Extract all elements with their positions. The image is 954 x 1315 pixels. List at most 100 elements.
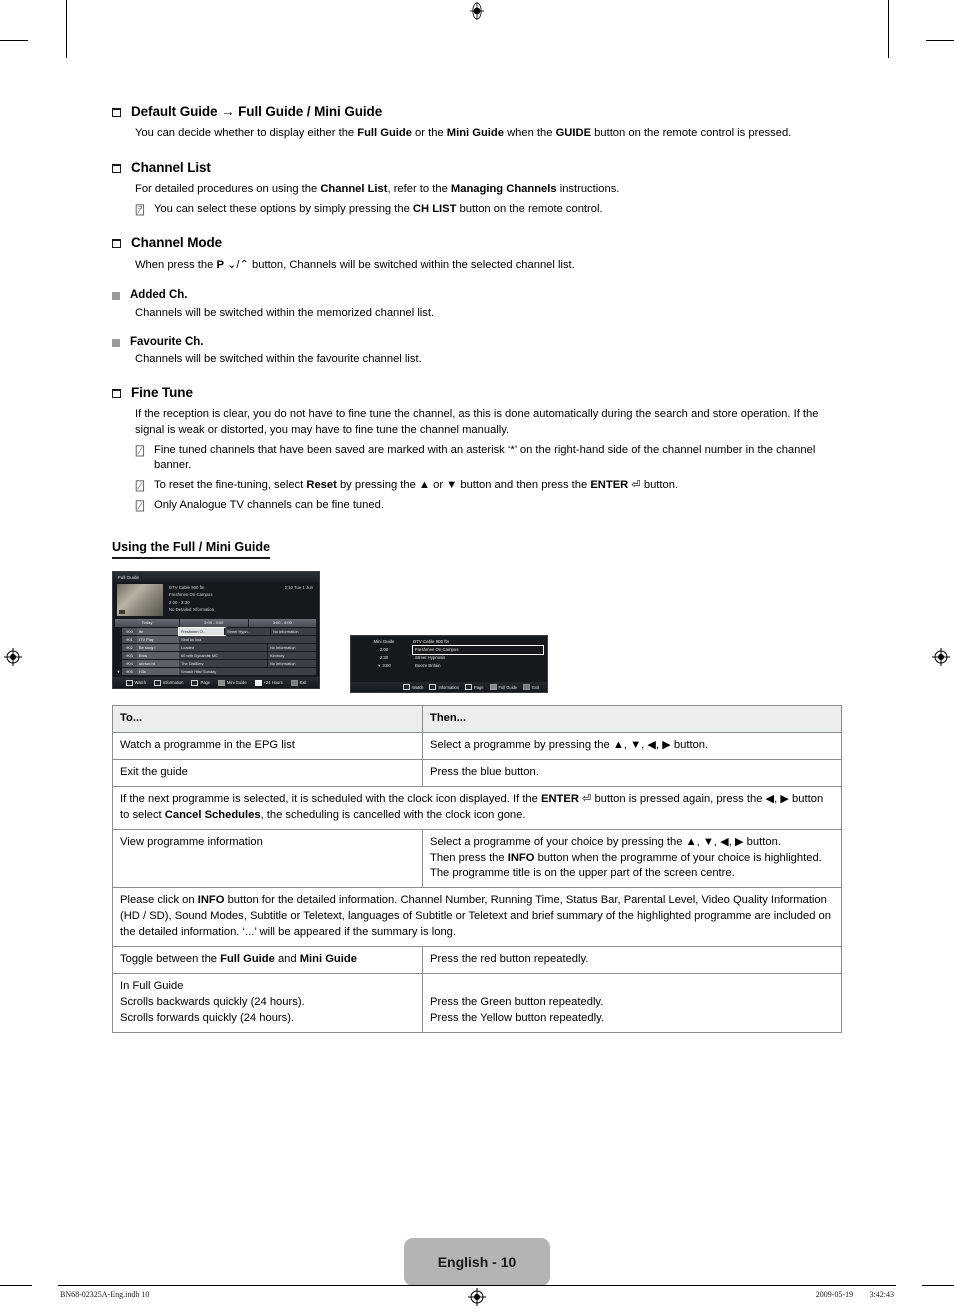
heading-added-ch: Added Ch. (112, 288, 842, 302)
manual-page: Default Guide → Full Guide / Mini Guide … (0, 0, 954, 1315)
heading-default-guide: Default Guide → Full Guide / Mini Guide (112, 104, 842, 121)
full-guide-row[interactable]: 900 ftn Freshmen O.. Street Hypn.. No Inform… (115, 627, 317, 637)
legend-label: Exit (532, 684, 539, 690)
programme-cell[interactable]: The Distillery (179, 660, 268, 668)
programme-cell[interactable]: No Information (271, 628, 317, 636)
programme-cell[interactable]: Freshmen O.. (178, 627, 226, 637)
page-number-badge: English - 10 (404, 1238, 550, 1286)
page-key-icon (464, 684, 472, 691)
channel-number: 905 (122, 668, 137, 676)
legend-label: Page (473, 684, 484, 690)
square-bullet-icon (112, 239, 121, 249)
legend-label: Mini Guide (227, 680, 247, 686)
filled-square-bullet-icon (112, 292, 120, 301)
mini-guide-row[interactable]: ▼ 3:00 Booze Britain (351, 662, 547, 670)
programme-title[interactable]: Street Hypnosis (413, 654, 543, 662)
channel-number: 904 (122, 660, 137, 668)
crop-mark-top-right (888, 0, 889, 58)
programme-cell[interactable]: Loaded (179, 644, 268, 652)
body-favourite-ch: Channels will be switched within the fav… (135, 352, 422, 365)
body-added-ch: Channels will be switched within the mem… (135, 306, 435, 319)
row-scroll-arrow-icon: ▼ (116, 669, 121, 675)
full-guide-programme: Freshmen On Campus (169, 592, 213, 598)
timebar-slot-1: 2:00 - 3:00 (180, 619, 249, 628)
programme-cell[interactable]: Street Hypn.. (225, 628, 271, 636)
legend-label: Information (438, 684, 459, 690)
channel-number: 901 (122, 636, 137, 644)
mini-guide-rows[interactable]: 2:00 Freshmen On Campus 2:30 Street Hypnosi… (351, 645, 547, 670)
mini-guide-row[interactable]: 2:30 Street Hypnosis (351, 654, 547, 662)
info-key-icon (429, 684, 437, 691)
registration-mark-bottom (468, 1288, 486, 1306)
programme-title[interactable]: Booze Britain (413, 662, 543, 670)
table-cell-then: Press the Green button repeatedly. Press … (422, 973, 842, 1033)
footer-file-name: BN68-02325A-Eng.indb 10 (60, 1290, 150, 1299)
table-note-cell: Please click on INFO button for the deta… (112, 887, 842, 948)
section-title-default-guide: Default Guide → Full Guide / Mini Guide (131, 104, 383, 119)
full-guide-timebar: Today 2:00 - 3:00 3:00 - 4:00 (115, 619, 317, 628)
legend-mini-guide: Mini Guide (218, 679, 247, 686)
body-channel-mode: When press the P ⌄/⌃ button, Channels wi… (135, 258, 575, 272)
programme-thumbnail (117, 584, 163, 617)
table-cell-to: Toggle between the Full Guide and Mini G… (112, 946, 423, 974)
section-title-fine-tune: Fine Tune (131, 384, 193, 400)
enter-key-icon (403, 684, 410, 691)
channel-name: Be sang ! (137, 644, 179, 652)
programme-cell[interactable]: Kimbory (268, 652, 317, 660)
heading-channel-list: Channel List (112, 160, 842, 177)
body-default-guide: You can decide whether to display either… (135, 126, 792, 139)
full-guide-title: Full Guide (113, 572, 319, 583)
table-note-cell: If the next programme is selected, it is… (112, 785, 842, 830)
guide-screenshots: Full Guide 2:10 Tue 1 Jun DTV Cable 900 … (112, 571, 842, 699)
heading-fine-tune: Fine Tune (112, 385, 842, 402)
programme-title[interactable]: Freshmen On Campus (412, 645, 544, 656)
full-guide-row[interactable]: 904 unnwo rd The Distillery No Information (115, 660, 317, 668)
enter-key-icon (125, 679, 133, 686)
footer-rule (58, 1285, 896, 1286)
legend-information: Information (153, 679, 183, 686)
full-guide-row[interactable]: ▼ 905 H3s Smash Hits! Sunday (115, 668, 317, 676)
section-title-using-guide: Using the Full / Mini Guide (112, 540, 271, 560)
heading-favourite-ch: Favourite Ch. (112, 335, 842, 349)
legend-label: Watch (412, 684, 424, 690)
row-scroll-arrow-icon (115, 628, 122, 635)
full-guide-row[interactable]: 903 Bros 60 with Dynamite MC Kimbory (115, 652, 317, 660)
table-cell-then: Press the blue button. (422, 758, 842, 787)
legend-label: Watch (134, 680, 146, 686)
full-guide-clock: 2:10 Tue 1 Jun (284, 585, 313, 591)
legend-watch: Watch (403, 684, 424, 691)
mini-guide-row[interactable]: 2:00 Freshmen On Campus (351, 645, 547, 656)
blue-key-icon (523, 684, 531, 691)
body-channel-list: For detailed procedures on using the Cha… (135, 182, 620, 195)
programme-cell[interactable]: Smash Hits! Sunday (179, 668, 317, 676)
row-scroll-arrow-icon: ▼ (377, 663, 383, 669)
legend-exit: Exit (290, 679, 307, 686)
full-guide-info-panel: 2:10 Tue 1 Jun DTV Cable 900 ftn Freshme… (113, 582, 319, 618)
subsection-title-added-ch: Added Ch. (130, 289, 188, 302)
yellow-key-icon (254, 679, 262, 686)
note-fine-tune-3: Only Analogue TV channels can be fine tu… (135, 498, 842, 514)
square-bullet-icon (112, 108, 121, 117)
legend-label: +24 Hours (263, 680, 283, 686)
timebar-today: Today (115, 619, 180, 628)
programme-cell[interactable]: 60 with Dynamite MC (179, 652, 268, 660)
full-guide-channel-rows[interactable]: 900 ftn Freshmen O.. Street Hypn.. No Inform… (115, 627, 317, 676)
legend-label: Full Guide (498, 684, 518, 690)
note-channel-list: You can select these options by simply p… (135, 202, 842, 218)
note-pencil-icon (135, 500, 146, 512)
full-guide-row[interactable]: 901 ITV Play Nind ku ksa (115, 636, 317, 644)
programme-cell[interactable]: Nind ku ksa (179, 636, 317, 644)
legend-label: Exit (299, 680, 307, 686)
table-cell-to: Exit the guide (112, 758, 423, 787)
legend-watch: Watch (125, 679, 146, 686)
section-heading-wrap: Using the Full / Mini Guide (112, 514, 842, 560)
full-guide-row[interactable]: 902 Be sang ! Loaded No Information (115, 644, 317, 652)
crop-mark-right-lower (922, 1285, 954, 1286)
programme-cell[interactable]: No Information (268, 660, 317, 668)
table-header-cell: To... (112, 705, 423, 734)
programme-cell[interactable]: No Information (268, 644, 317, 652)
table-row: View programme information Select a progr… (112, 828, 842, 889)
full-guide-meta: 2:10 Tue 1 Jun DTV Cable 900 ftn Freshme… (169, 584, 315, 616)
channel-name: ftn (137, 628, 179, 636)
note-pencil-icon (135, 444, 146, 457)
